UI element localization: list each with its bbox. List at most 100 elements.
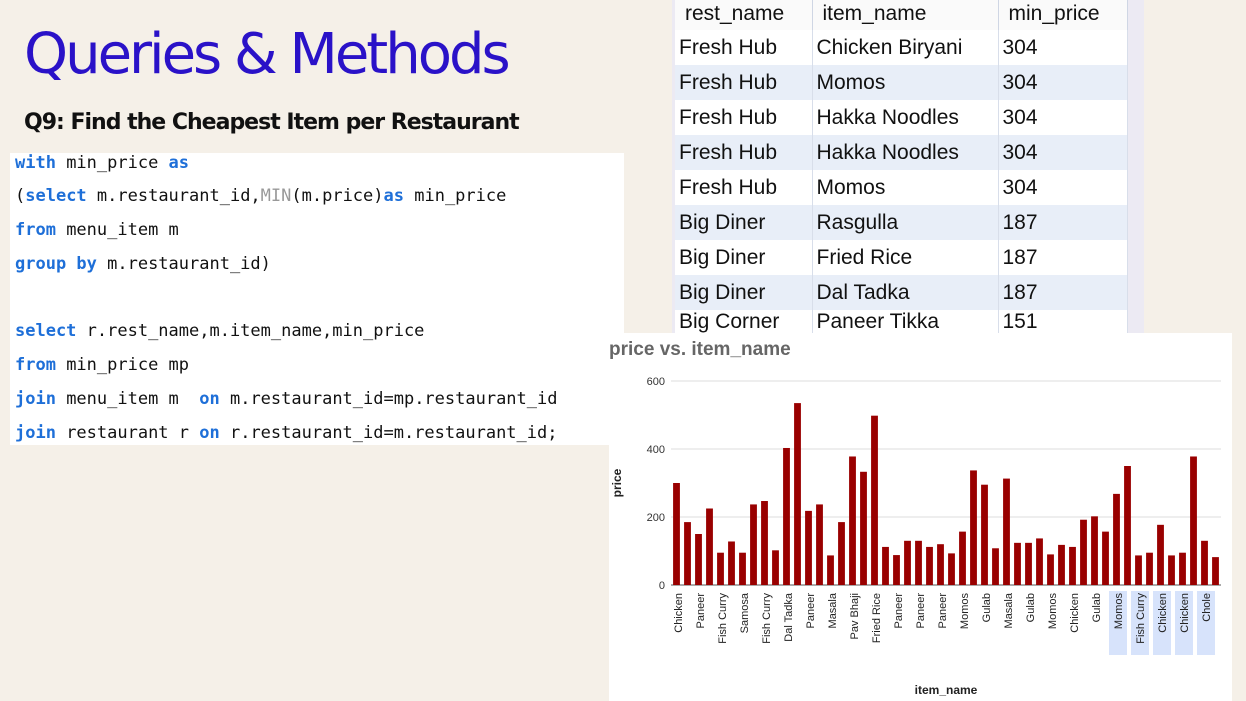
table-cell[interactable]: Big Diner bbox=[675, 240, 813, 275]
sql-text: m.restaurant_id) bbox=[96, 254, 271, 274]
table-cell[interactable]: 304 bbox=[998, 30, 1128, 65]
table-cell[interactable]: 151 bbox=[998, 310, 1128, 333]
column-header[interactable]: min_price bbox=[998, 0, 1128, 30]
chart-bar bbox=[673, 483, 680, 585]
x-tick-label: Paneer bbox=[893, 593, 905, 629]
sql-keyword: from bbox=[15, 355, 56, 375]
table-cell[interactable]: Big Corner bbox=[675, 310, 813, 333]
table-cell[interactable]: Fresh Hub bbox=[675, 170, 813, 205]
x-axis-label: item_name bbox=[915, 683, 978, 697]
table-cell[interactable]: Big Diner bbox=[675, 205, 813, 240]
table-row[interactable]: Fresh Hub Hakka Noodles 304 bbox=[675, 100, 1128, 135]
table-row[interactable]: Big Diner Dal Tadka 187 bbox=[675, 275, 1128, 310]
chart-bar bbox=[1146, 552, 1153, 585]
chart-bar bbox=[1102, 531, 1109, 585]
price-bar-chart: price vs. item_name 0 200 400 600 price Chicke… bbox=[609, 339, 1221, 697]
table-cell[interactable]: Dal Tadka bbox=[812, 275, 999, 310]
sql-text: m.restaurant_id, bbox=[86, 186, 261, 206]
table-cell[interactable]: 304 bbox=[998, 170, 1128, 205]
y-axis-label: price bbox=[610, 468, 624, 497]
x-tick-label: Chicken bbox=[673, 593, 685, 633]
sql-keyword: on bbox=[199, 423, 220, 443]
table-cell[interactable]: Rasgulla bbox=[812, 205, 999, 240]
chart-bar bbox=[805, 510, 812, 585]
table-row[interactable]: Big Diner Fried Rice 187 bbox=[675, 240, 1128, 275]
x-tick-label: Chicken bbox=[1069, 593, 1081, 633]
price-chart-panel: price vs. item_name 0 200 400 600 price Chicke… bbox=[609, 333, 1232, 701]
chart-bar bbox=[794, 403, 801, 585]
table-cell[interactable]: Fresh Hub bbox=[675, 100, 813, 135]
column-header[interactable]: rest_name bbox=[675, 0, 813, 30]
table-cell[interactable]: Momos bbox=[812, 65, 999, 100]
result-grid-header: rest_name item_name min_price bbox=[675, 0, 1128, 30]
code-line: with min_price as bbox=[15, 153, 189, 173]
table-row[interactable]: Fresh Hub Chicken Biryani 304 bbox=[675, 30, 1128, 65]
chart-bar bbox=[849, 456, 856, 585]
table-cell[interactable]: 187 bbox=[998, 205, 1128, 240]
table-cell[interactable]: 304 bbox=[998, 135, 1128, 170]
table-cell[interactable]: Hakka Noodles bbox=[812, 135, 999, 170]
chart-bar bbox=[684, 522, 691, 585]
x-tick-label: Fish Curry bbox=[717, 593, 729, 644]
chart-bar bbox=[1069, 546, 1076, 585]
column-header[interactable]: item_name bbox=[812, 0, 999, 30]
x-tick-label: Momos bbox=[1113, 593, 1125, 630]
chart-bar bbox=[1135, 555, 1142, 585]
table-cell[interactable]: Chicken Biryani bbox=[812, 30, 999, 65]
code-line: group by m.restaurant_id) bbox=[15, 254, 271, 274]
sql-keyword: select bbox=[25, 186, 87, 206]
sql-text: ( bbox=[15, 186, 26, 206]
y-tick-label: 0 bbox=[659, 580, 665, 592]
chart-bar bbox=[838, 522, 845, 585]
chart-bar bbox=[926, 546, 933, 585]
sql-keyword: with bbox=[15, 153, 56, 173]
x-tick-label: Chicken bbox=[1179, 593, 1191, 633]
table-cell[interactable]: Fresh Hub bbox=[675, 30, 813, 65]
table-cell[interactable]: 304 bbox=[998, 65, 1128, 100]
code-line: from min_price mp bbox=[15, 355, 189, 375]
x-tick-label: Gulab bbox=[1025, 593, 1037, 622]
result-grid[interactable]: rest_name item_name min_price Fresh Hub C… bbox=[675, 0, 1128, 333]
table-row[interactable]: Fresh Hub Momos 304 bbox=[675, 65, 1128, 100]
sql-text: restaurant r bbox=[55, 423, 200, 443]
table-row[interactable]: Big Diner Rasgulla 187 bbox=[675, 205, 1128, 240]
chart-bar bbox=[1091, 516, 1098, 585]
chart-bar bbox=[1201, 540, 1208, 585]
x-tick-label: Samosa bbox=[739, 592, 751, 633]
table-cell[interactable]: Hakka Noodles bbox=[812, 100, 999, 135]
chart-bar bbox=[981, 484, 988, 585]
table-row[interactable]: Fresh Hub Hakka Noodles 304 bbox=[675, 135, 1128, 170]
chart-bar bbox=[1047, 554, 1054, 585]
result-grid-panel[interactable]: rest_name item_name min_price Fresh Hub C… bbox=[672, 0, 1144, 333]
chart-bar bbox=[750, 504, 757, 585]
sql-keyword: as bbox=[168, 153, 190, 173]
x-tick-label: Gulab bbox=[981, 593, 993, 622]
x-tick-label: Momos bbox=[959, 593, 971, 630]
x-tick-label: Pav Bhaji bbox=[849, 593, 861, 639]
chart-bar bbox=[827, 555, 834, 585]
table-cell[interactable]: Fried Rice bbox=[812, 240, 999, 275]
table-cell[interactable]: Momos bbox=[812, 170, 999, 205]
table-cell[interactable]: Paneer Tikka bbox=[812, 310, 999, 333]
x-tick-label: Chole bbox=[1201, 593, 1213, 622]
chart-bar bbox=[717, 552, 724, 585]
chart-bar bbox=[706, 508, 713, 585]
sql-text: (m.price) bbox=[291, 186, 384, 206]
table-cell[interactable]: Big Diner bbox=[675, 275, 813, 310]
table-row[interactable]: Fresh Hub Momos 304 bbox=[675, 170, 1128, 205]
table-row-partial[interactable]: Big Corner Paneer Tikka 151 bbox=[675, 310, 1128, 333]
chart-title: price vs. item_name bbox=[609, 339, 791, 360]
table-cell[interactable]: 304 bbox=[998, 100, 1128, 135]
sql-text: menu_item m bbox=[55, 389, 200, 409]
x-tick-label: Dal Tadka bbox=[783, 592, 795, 642]
table-cell[interactable]: 187 bbox=[998, 275, 1128, 310]
sql-keyword: join bbox=[15, 423, 56, 443]
code-line: join menu_item m on m.restaurant_id=mp.r… bbox=[15, 389, 558, 409]
table-cell[interactable]: Fresh Hub bbox=[675, 135, 813, 170]
table-cell[interactable]: Fresh Hub bbox=[675, 65, 813, 100]
table-cell[interactable]: 187 bbox=[998, 240, 1128, 275]
chart-bar bbox=[728, 541, 735, 585]
sql-keyword: select bbox=[15, 321, 77, 341]
sql-code-panel[interactable]: with min_price as (select m.restaurant_id… bbox=[10, 153, 624, 445]
sql-text: min_price bbox=[404, 186, 507, 206]
